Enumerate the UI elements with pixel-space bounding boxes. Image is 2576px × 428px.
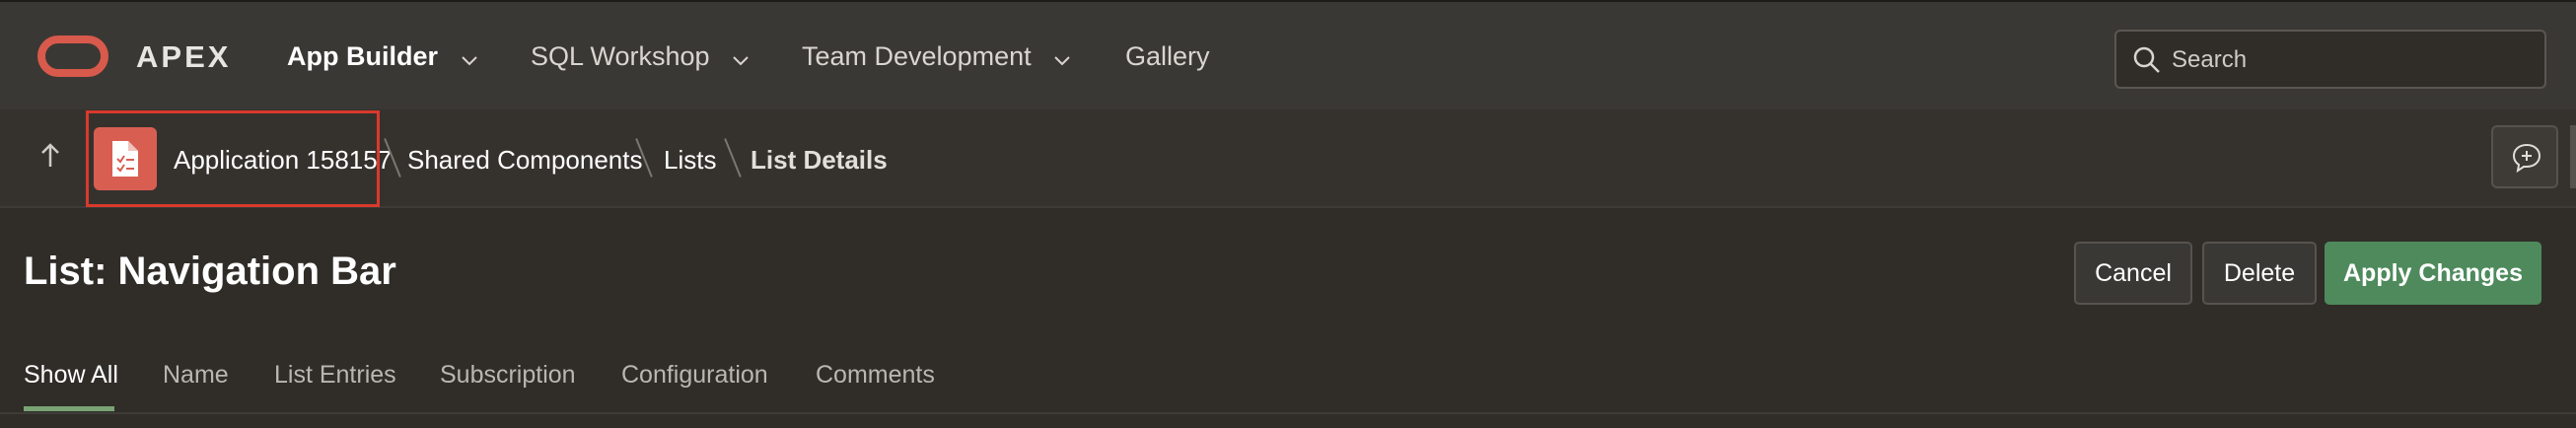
up-arrow-icon[interactable]: [36, 139, 65, 173]
tab-configuration[interactable]: Configuration: [621, 361, 768, 390]
highlight-annotation: [86, 110, 380, 207]
breadcrumb-bar: Application 158157 Shared Components Lis…: [0, 109, 2576, 208]
chevron-down-icon: [461, 42, 477, 73]
delete-button[interactable]: Delete: [2202, 242, 2317, 305]
next-button-edge[interactable]: [2570, 125, 2576, 188]
nav-app-builder-label: App Builder: [287, 41, 438, 71]
top-navigation-bar: APEX App Builder SQL Workshop Team Devel…: [0, 0, 2576, 109]
chevron-down-icon: [1054, 42, 1070, 73]
breadcrumb-lists[interactable]: Lists: [664, 145, 716, 176]
tab-subscription[interactable]: Subscription: [440, 361, 576, 390]
feedback-button[interactable]: [2491, 125, 2558, 188]
tab-comments[interactable]: Comments: [816, 361, 935, 390]
search-icon: [2133, 46, 2160, 73]
search-placeholder: Search: [2172, 46, 2248, 73]
nav-team-development[interactable]: Team Development: [802, 41, 1070, 73]
feedback-icon: [2512, 143, 2541, 174]
tabs-divider: [0, 412, 2576, 414]
nav-gallery-label: Gallery: [1125, 41, 1210, 71]
apply-changes-button[interactable]: Apply Changes: [2325, 242, 2541, 305]
breadcrumb-list-details: List Details: [751, 145, 888, 175]
breadcrumb-shared-components[interactable]: Shared Components: [407, 145, 642, 176]
search-input[interactable]: Search: [2114, 30, 2546, 89]
brand-name[interactable]: APEX: [136, 39, 231, 75]
active-tab-indicator: [24, 406, 114, 411]
chevron-down-icon: [733, 42, 749, 73]
nav-app-builder[interactable]: App Builder: [287, 41, 477, 73]
tab-show-all[interactable]: Show All: [24, 361, 118, 390]
tab-list-entries[interactable]: List Entries: [274, 361, 396, 390]
breadcrumb-separator: [724, 138, 742, 178]
nav-team-development-label: Team Development: [802, 41, 1032, 71]
cancel-button[interactable]: Cancel: [2074, 242, 2192, 305]
nav-sql-workshop-label: SQL Workshop: [531, 41, 710, 71]
page-title: List: Navigation Bar: [24, 250, 396, 293]
region-tabs: Show All Name List Entries Subscription …: [0, 355, 2576, 414]
nav-gallery[interactable]: Gallery: [1125, 41, 1210, 72]
nav-sql-workshop[interactable]: SQL Workshop: [531, 41, 749, 73]
tab-name[interactable]: Name: [163, 361, 229, 390]
oracle-logo[interactable]: [37, 36, 108, 77]
